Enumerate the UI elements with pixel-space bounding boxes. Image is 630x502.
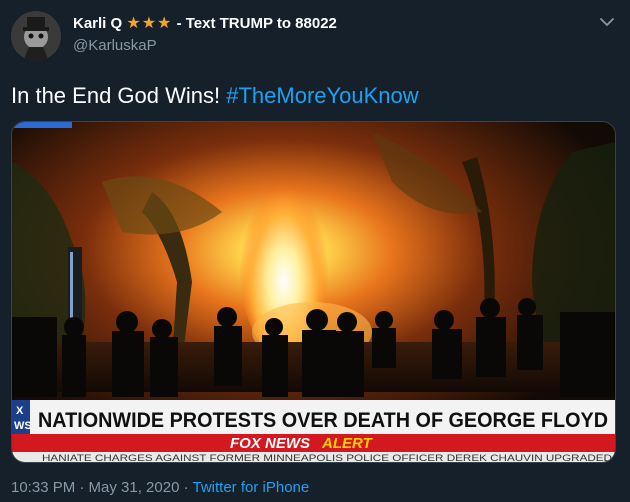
timestamp[interactable]: 10:33 PM · May 31, 2020 · xyxy=(11,479,193,496)
chevron-down-icon[interactable] xyxy=(598,13,616,31)
channel-bug-line1: X xyxy=(16,405,24,417)
display-name-suffix[interactable]: - Text TRUMP to 88022 xyxy=(177,15,337,32)
news-video-frame: X WS NATIONWIDE PROTESTS OVER DEATH OF G… xyxy=(12,122,615,462)
alert-label: ALERT xyxy=(321,435,374,452)
video-media[interactable]: X WS NATIONWIDE PROTESTS OVER DEATH OF G… xyxy=(11,121,616,463)
author-block: Karli Q ★★★ - Text TRUMP to 88022 @Karlu… xyxy=(73,14,337,56)
tweet-text: In the End God Wins! #TheMoreYouKnow xyxy=(11,82,419,110)
source-link[interactable]: Twitter for iPhone xyxy=(193,479,310,496)
tweet-card: Karli Q ★★★ - Text TRUMP to 88022 @Karlu… xyxy=(0,0,630,502)
avatar[interactable] xyxy=(11,11,61,61)
network-label: FOX NEWS xyxy=(230,435,310,452)
display-name-text[interactable]: Karli Q xyxy=(73,15,122,32)
tweet-footer: 10:33 PM · May 31, 2020 · Twitter for iP… xyxy=(11,478,309,498)
star-icons: ★★★ xyxy=(126,15,173,32)
hashtag-link[interactable]: #TheMoreYouKnow xyxy=(226,83,418,108)
news-ticker: HANIATE CHARGES AGAINST FORMER MINNEAPOL… xyxy=(42,453,613,462)
tweet-body: In the End God Wins! xyxy=(11,83,227,108)
display-name[interactable]: Karli Q ★★★ - Text TRUMP to 88022 xyxy=(73,14,337,34)
chyron-headline: NATIONWIDE PROTESTS OVER DEATH OF GEORGE… xyxy=(38,409,608,432)
avatar-image xyxy=(11,11,61,61)
channel-bug-line2: WS xyxy=(14,420,32,432)
user-handle[interactable]: @KarluskaP xyxy=(73,36,337,56)
